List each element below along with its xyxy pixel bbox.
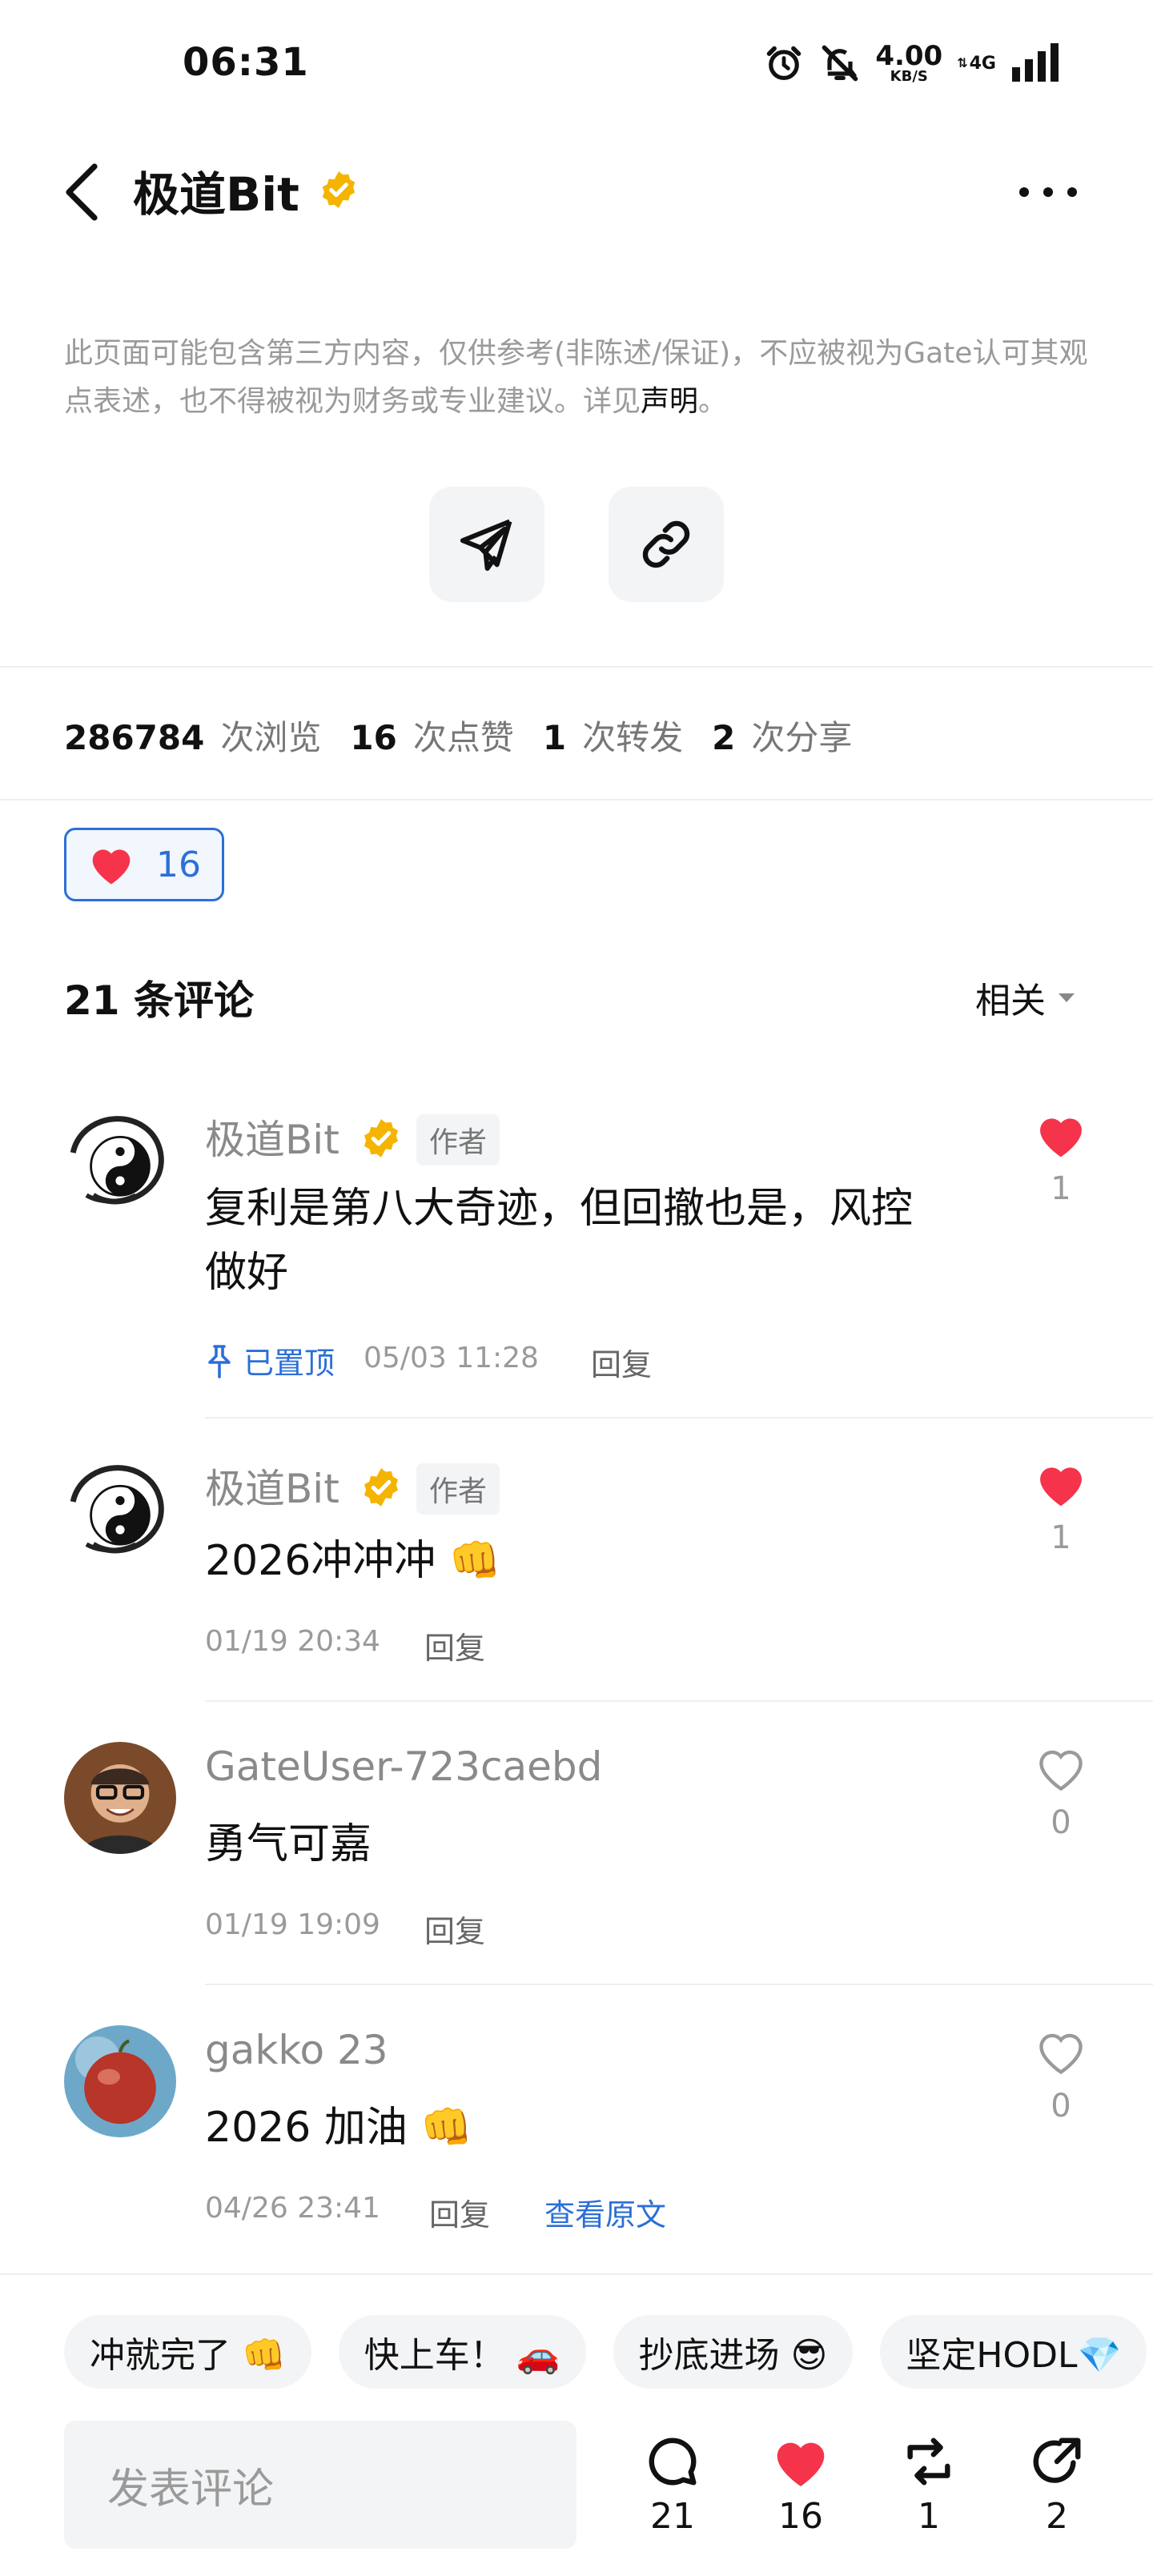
net-speed: 4.00 KB/S bbox=[875, 40, 943, 85]
reply-button[interactable]: 回复 bbox=[591, 1340, 652, 1384]
shares-count: 2 bbox=[1046, 2496, 1068, 2537]
back-icon[interactable] bbox=[59, 160, 107, 224]
share-icon bbox=[1033, 2438, 1081, 2483]
send-icon bbox=[460, 519, 512, 572]
quick-reply-chip[interactable]: 坚定HODL💎 bbox=[880, 2315, 1147, 2389]
network-indicator: ⇅ 4G bbox=[957, 53, 996, 74]
heart-filled-icon bbox=[777, 2442, 825, 2486]
quick-reply-chip[interactable]: 冲就完了 👊 bbox=[64, 2315, 311, 2389]
avatar[interactable] bbox=[64, 1457, 176, 1569]
mute-bell-icon bbox=[822, 45, 858, 82]
repost-action[interactable]: 1 bbox=[881, 2434, 977, 2537]
caret-down-icon bbox=[1059, 993, 1075, 1002]
divider bbox=[205, 1984, 1153, 1985]
divider bbox=[205, 1700, 1153, 1702]
pinned-label: 已置顶 bbox=[205, 1338, 335, 1382]
avatar[interactable] bbox=[64, 2025, 176, 2137]
comment-time: 01/19 20:34 bbox=[205, 1625, 380, 1658]
user-photo-avatar bbox=[64, 1742, 176, 1854]
comments-action[interactable]: 21 bbox=[625, 2434, 721, 2537]
divider bbox=[205, 1417, 1153, 1418]
verified-badge-icon bbox=[364, 1119, 399, 1158]
comment-like-count: 1 bbox=[1051, 1170, 1071, 1207]
divider bbox=[0, 666, 1153, 668]
signal-icon bbox=[1012, 43, 1059, 82]
comment-input-placeholder: 发表评论 bbox=[107, 2465, 275, 2514]
share-action[interactable]: 2 bbox=[1009, 2434, 1105, 2537]
like-reaction-pill[interactable]: 16 bbox=[64, 828, 224, 901]
comment-text: 2026 加油 👊 bbox=[205, 2104, 473, 2152]
comment-time: 01/19 19:09 bbox=[205, 1908, 380, 1941]
likes-count: 16 bbox=[778, 2496, 823, 2537]
comment-like-count: 0 bbox=[1051, 1804, 1071, 1841]
reposts-count: 1 bbox=[918, 2496, 940, 2537]
comment-text: 2026冲冲冲 👊 bbox=[205, 1537, 501, 1585]
comments-title: 21 条评论 bbox=[64, 977, 254, 1024]
author-tag: 作者 bbox=[416, 1114, 500, 1166]
pin-icon bbox=[208, 1344, 231, 1378]
copy-link-button[interactable] bbox=[609, 487, 724, 602]
avatar[interactable] bbox=[64, 1108, 176, 1220]
author-tag: 作者 bbox=[416, 1463, 500, 1515]
more-options-icon[interactable] bbox=[1012, 176, 1084, 208]
reply-button[interactable]: 回复 bbox=[424, 1907, 485, 1951]
repost-icon bbox=[907, 2438, 950, 2486]
reply-button[interactable]: 回复 bbox=[429, 2190, 490, 2234]
comment-author-name[interactable]: 极道Bit bbox=[205, 1108, 339, 1166]
verified-badge-icon bbox=[322, 171, 356, 208]
comment-like-count: 0 bbox=[1051, 2088, 1071, 2125]
comment-author-name[interactable]: 极道Bit bbox=[205, 1457, 339, 1515]
comment-time: 05/03 11:28 bbox=[364, 1342, 539, 1374]
comment-author-name[interactable]: GateUser-723caebd bbox=[205, 1743, 602, 1790]
quick-reply-chip[interactable]: 抄底进场 😎 bbox=[613, 2315, 854, 2389]
verified-badge-icon bbox=[364, 1468, 399, 1507]
status-icons: 4.00 KB/S ⇅ 4G bbox=[763, 35, 1059, 91]
comment-text-line: 复利是第八大奇迹，但回撤也是，风控 bbox=[205, 1185, 914, 1233]
post-stats: 286784 次浏览 16 次点赞 1 次转发 2 次分享 bbox=[64, 718, 853, 757]
apple-photo-avatar bbox=[64, 2025, 176, 2137]
avatar[interactable] bbox=[64, 1742, 176, 1854]
reply-button[interactable]: 回复 bbox=[424, 1623, 485, 1667]
divider bbox=[0, 799, 1153, 800]
yin-yang-dragon-avatar bbox=[66, 1109, 175, 1218]
share-telegram-button[interactable] bbox=[429, 487, 544, 602]
heart-outline-icon[interactable] bbox=[1034, 1745, 1087, 1793]
quick-reply-row: 冲就完了 👊 快上车！ 🚗 抄底进场 😎 坚定HODL💎 bbox=[64, 2315, 1153, 2389]
comment-input[interactable]: 发表评论 bbox=[64, 2421, 576, 2549]
heart-filled-icon[interactable] bbox=[1034, 1460, 1087, 1508]
yin-yang-dragon-avatar bbox=[66, 1459, 175, 1567]
link-icon bbox=[642, 520, 690, 568]
heart-filled-icon[interactable] bbox=[1034, 1111, 1087, 1159]
comment-author-name[interactable]: gakko 23 bbox=[205, 2027, 388, 2073]
disclaimer: 此页面可能包含第三方内容，仅供参考(非陈述/保证)，不应被视为Gate认可其观点… bbox=[64, 337, 1088, 418]
comment-time: 04/26 23:41 bbox=[205, 2192, 380, 2225]
view-original-link[interactable]: 查看原文 bbox=[544, 2190, 666, 2234]
quick-reply-chip[interactable]: 快上车！ 🚗 bbox=[338, 2315, 586, 2389]
sort-dropdown[interactable]: 相关 bbox=[975, 972, 1076, 1023]
comment-text: 勇气可嘉 bbox=[205, 1820, 372, 1868]
sort-label: 相关 bbox=[975, 981, 1046, 1021]
like-action[interactable]: 16 bbox=[753, 2434, 849, 2537]
comment-bubble-icon bbox=[649, 2438, 697, 2486]
heart-icon bbox=[92, 849, 131, 885]
comments-count: 21 bbox=[650, 2496, 695, 2537]
comment-text-line: 做好 bbox=[205, 1249, 289, 1297]
like-pill-count: 16 bbox=[156, 844, 201, 885]
comment-like-count: 1 bbox=[1051, 1519, 1071, 1556]
statement-link[interactable]: 声明 bbox=[641, 385, 698, 418]
heart-outline-icon[interactable] bbox=[1034, 2028, 1087, 2076]
alarm-icon bbox=[767, 46, 801, 81]
status-time: 06:31 bbox=[183, 40, 309, 85]
page-title: 极道Bit bbox=[133, 167, 299, 222]
